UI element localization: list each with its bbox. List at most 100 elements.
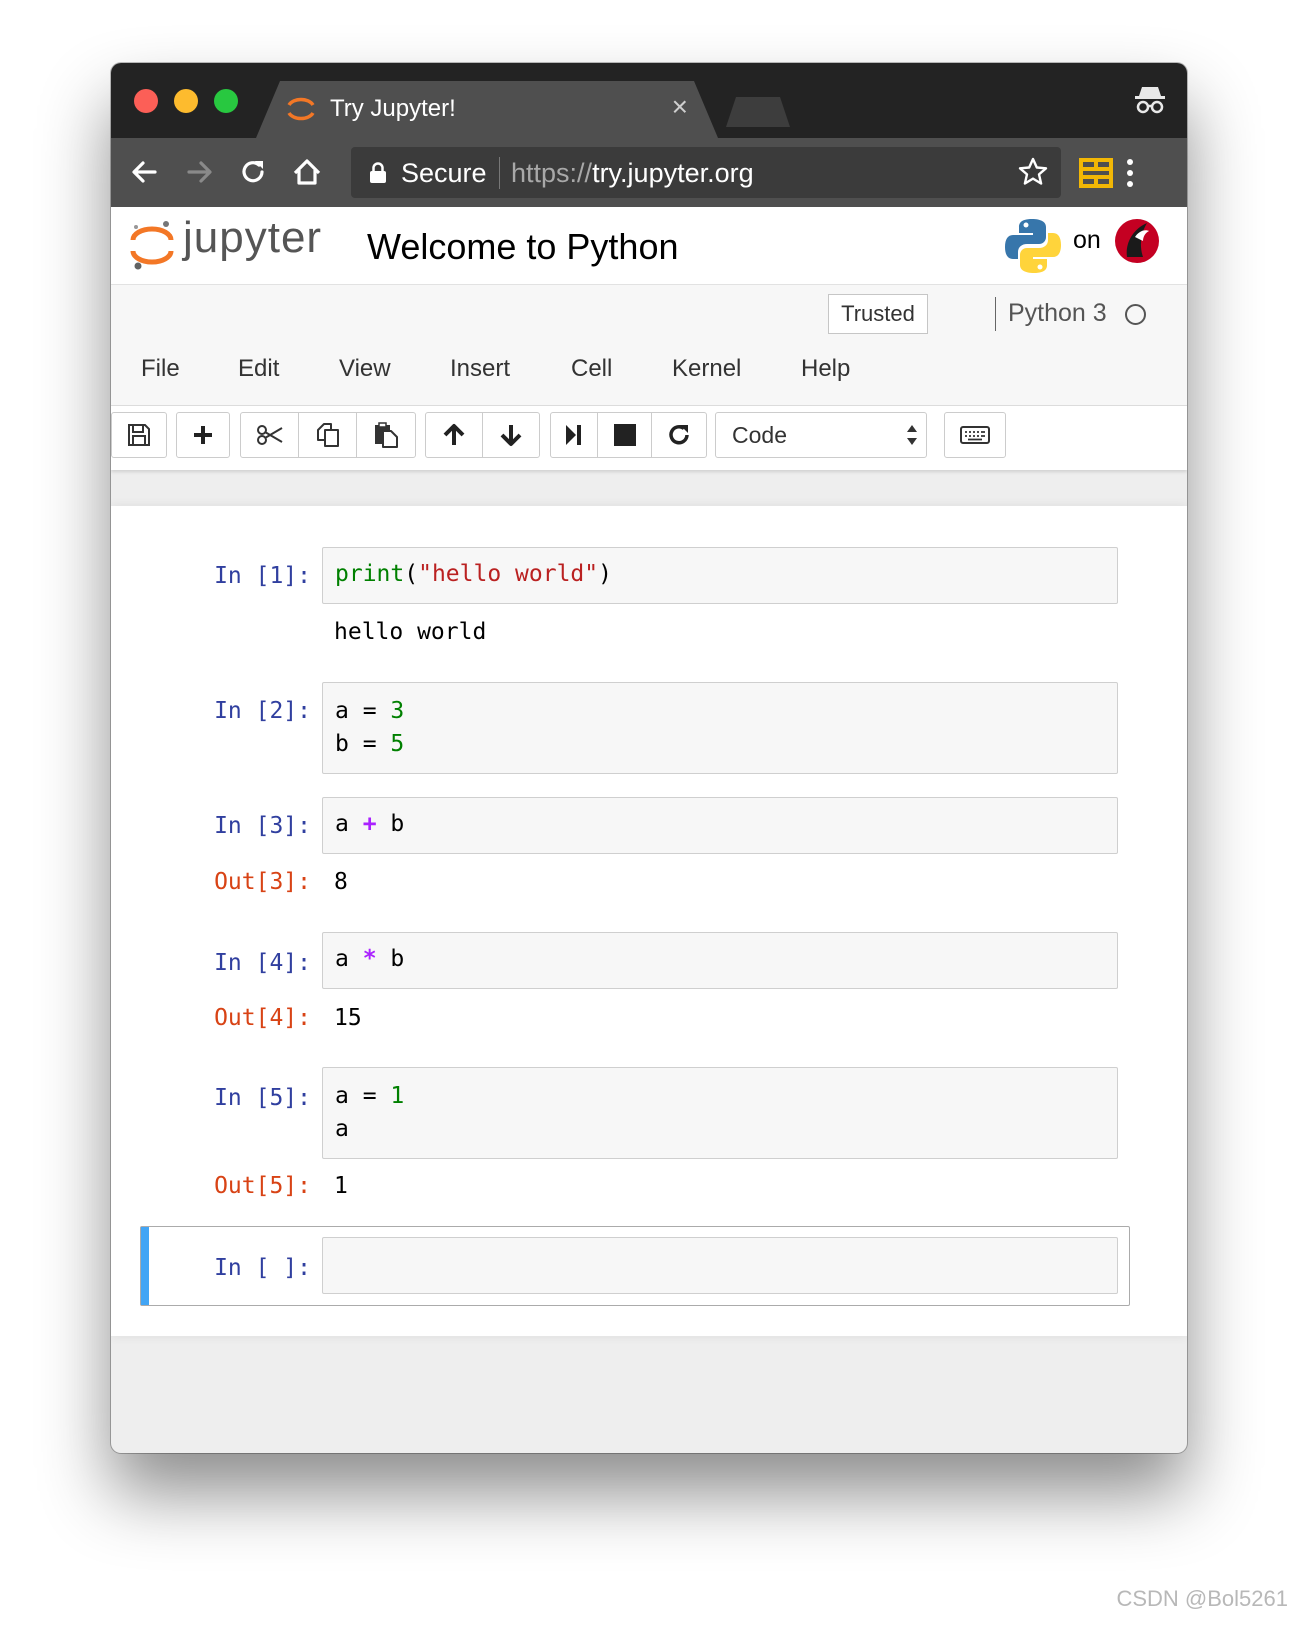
incognito-icon xyxy=(1135,87,1165,114)
notebook-container: In [1]: print("hello world") hello world… xyxy=(111,506,1187,1336)
menu-view[interactable]: View xyxy=(339,355,391,383)
plus-icon xyxy=(194,426,212,444)
input-prompt: In [ ]: xyxy=(214,1255,311,1281)
code-text: a xyxy=(335,1116,349,1142)
tab-close-icon[interactable]: × xyxy=(672,91,688,123)
code-number: 3 xyxy=(390,698,405,724)
toolbar-group-insert xyxy=(176,412,230,458)
code-number: 1 xyxy=(390,1083,405,1109)
code-number: 5 xyxy=(390,731,405,757)
tab-title: Try Jupyter! xyxy=(330,95,456,122)
menu-help[interactable]: Help xyxy=(801,355,850,383)
extension-icon[interactable] xyxy=(1079,158,1113,188)
menubar: File Edit View Insert Cell Kernel Help xyxy=(111,355,1187,395)
paste-button[interactable] xyxy=(357,413,415,457)
bookmark-star-icon[interactable] xyxy=(1017,156,1049,188)
code-line: b = 5 xyxy=(335,728,404,761)
stop-icon xyxy=(613,424,636,446)
output-prompt: Out[4]: xyxy=(214,1005,311,1031)
notebook-toolbar: Code xyxy=(111,406,1187,470)
code-line: a + b xyxy=(335,808,404,841)
code-cell-input[interactable]: print("hello world") xyxy=(322,547,1118,604)
arrow-down-icon xyxy=(500,425,522,446)
cell-output: 15 xyxy=(334,1005,362,1031)
menu-file[interactable]: File xyxy=(141,355,180,383)
rackspace-logo-icon xyxy=(1115,219,1159,263)
code-line: a = 3 xyxy=(335,695,404,728)
trusted-indicator[interactable]: Trusted xyxy=(828,294,928,334)
browser-menu-icon[interactable] xyxy=(1125,158,1135,188)
code-string: "hello world" xyxy=(418,561,599,587)
home-icon[interactable] xyxy=(287,152,327,192)
output-prompt: Out[3]: xyxy=(214,869,311,895)
cell-output: hello world xyxy=(334,619,487,645)
keyboard-icon xyxy=(960,426,990,444)
code-line: a xyxy=(335,1113,349,1146)
insert-cell-button[interactable] xyxy=(177,413,229,457)
cut-button[interactable] xyxy=(241,413,299,457)
cell-output: 8 xyxy=(334,869,348,895)
watermark: CSDN @Bol5261 xyxy=(1116,1586,1288,1611)
reload-icon[interactable] xyxy=(233,152,273,192)
toolbar-group-save xyxy=(111,412,167,458)
new-tab-button[interactable] xyxy=(726,97,790,127)
code-cell-input[interactable]: a = 1 a xyxy=(322,1067,1118,1159)
forward-arrow-icon[interactable] xyxy=(179,152,219,192)
url-host: try.jupyter.org xyxy=(592,158,754,188)
input-prompt: In [2]: xyxy=(214,698,311,724)
menu-cell[interactable]: Cell xyxy=(571,355,612,383)
code-text: b xyxy=(376,946,405,972)
code-text: a xyxy=(335,946,363,972)
code-text: a = xyxy=(335,698,391,724)
code-operator: + xyxy=(362,811,377,837)
move-down-button[interactable] xyxy=(483,413,539,457)
code-paren: ) xyxy=(598,561,612,587)
code-text: b xyxy=(376,811,405,837)
code-text: a xyxy=(335,811,363,837)
close-window-button[interactable] xyxy=(134,89,158,113)
toolbar-group-shortcuts xyxy=(944,412,1006,458)
copy-button[interactable] xyxy=(299,413,357,457)
kernel-idle-indicator-icon xyxy=(1125,304,1146,325)
paste-icon xyxy=(375,422,398,448)
address-bar[interactable]: Secure https://try.jupyter.org xyxy=(351,147,1061,198)
restart-kernel-button[interactable] xyxy=(652,413,706,457)
restart-icon xyxy=(669,425,689,445)
notebook-title[interactable]: Welcome to Python xyxy=(367,226,678,268)
toolbar-group-run xyxy=(550,412,707,458)
interrupt-kernel-button[interactable] xyxy=(598,413,652,457)
browser-tab[interactable]: Try Jupyter! × xyxy=(256,81,718,138)
kernel-separator xyxy=(995,297,996,331)
minimize-window-button[interactable] xyxy=(174,89,198,113)
menu-edit[interactable]: Edit xyxy=(238,355,279,383)
jupyter-logo-icon[interactable] xyxy=(129,219,175,271)
code-cell-input[interactable]: a * b xyxy=(322,932,1118,989)
arrow-up-icon xyxy=(443,424,465,445)
code-cell-input[interactable]: a = 3 b = 5 xyxy=(322,682,1118,774)
toolbar-group-move xyxy=(425,412,540,458)
code-text: b = xyxy=(335,731,391,757)
code-text: a = xyxy=(335,1083,391,1109)
zoom-window-button[interactable] xyxy=(214,89,238,113)
on-label: on xyxy=(1073,226,1101,254)
save-button[interactable] xyxy=(112,413,166,457)
browser-window: Try Jupyter! × Secure https://try.jupyte… xyxy=(111,63,1187,1453)
move-up-button[interactable] xyxy=(426,413,483,457)
select-updown-icon xyxy=(907,425,917,445)
code-cell-input[interactable]: a + b xyxy=(322,797,1118,854)
keyboard-shortcuts-button[interactable] xyxy=(945,413,1005,457)
run-button[interactable] xyxy=(551,413,598,457)
url-scheme: https xyxy=(511,158,570,188)
back-arrow-icon[interactable] xyxy=(125,152,165,192)
address-toolbar: Secure https://try.jupyter.org xyxy=(111,138,1187,207)
jupyter-wordmark[interactable]: jupyter xyxy=(183,213,322,263)
input-prompt: In [5]: xyxy=(214,1085,311,1111)
code-builtin: print xyxy=(335,561,405,587)
cell-type-select[interactable]: Code xyxy=(715,412,927,458)
floppy-disk-icon xyxy=(128,424,150,446)
step-forward-icon xyxy=(566,425,581,445)
menu-kernel[interactable]: Kernel xyxy=(672,355,741,383)
empty-code-cell-input[interactable] xyxy=(322,1237,1118,1294)
menu-insert[interactable]: Insert xyxy=(450,355,510,383)
copy-icon xyxy=(316,423,339,447)
